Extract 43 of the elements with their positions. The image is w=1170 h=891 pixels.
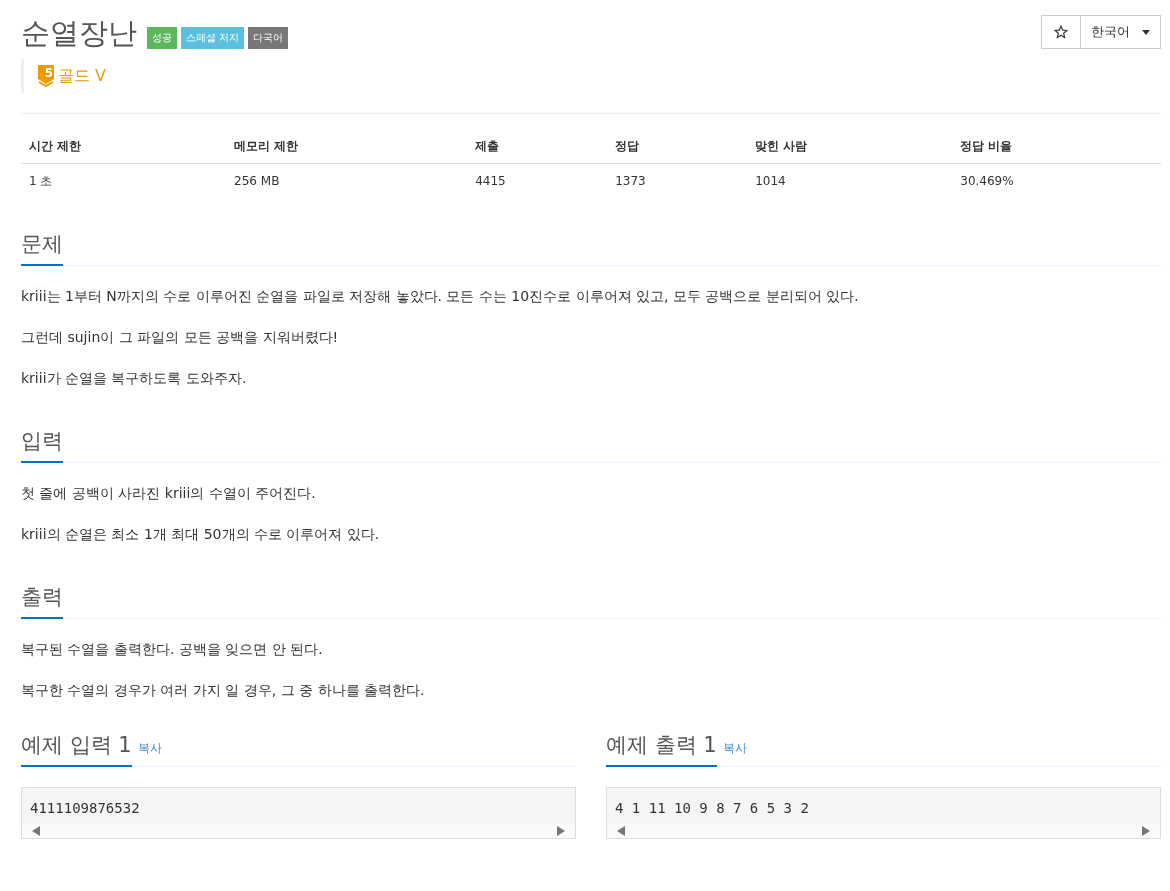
section-heading: 출력: [21, 583, 63, 619]
table-cell: 256 MB: [226, 163, 468, 198]
problem-title: 순열장난: [21, 15, 137, 51]
code-text: 4111109876532: [29, 799, 141, 818]
paragraph: kriii는 1부터 N까지의 수로 이루어진 순열을 파일로 저장해 놓았다. 모든 수는 10진수로 이루어져 있고, 모두 공백으로 분리되어 있다.: [21, 287, 860, 306]
column-header: 정답 비율: [952, 129, 1161, 164]
tier-number: 5: [44, 66, 54, 80]
caret-icon: [1142, 29, 1150, 35]
table-cell: 1 초: [21, 163, 227, 198]
section-heading: 예제 입력 1: [21, 731, 132, 767]
paragraph: kriii가 순열을 복구하도록 도와주자.: [21, 369, 248, 388]
code-text: 4 1 11 10 9 8 7 6 5 3 2: [614, 799, 810, 818]
star-button[interactable]: [1041, 15, 1081, 49]
column-header: 시간 제한: [21, 129, 227, 164]
paragraph: 그런데 sujin이 그 파일의 모든 공백을 지워버렸다!: [21, 328, 340, 347]
status-label: 성공: [147, 27, 177, 49]
column-header: 메모리 제한: [226, 129, 468, 164]
column-header: 제출: [467, 129, 608, 164]
tier-label: 골드 V: [58, 65, 107, 87]
language-dropdown[interactable]: 한국어: [1081, 15, 1161, 49]
left-arrow-icon[interactable]: [617, 826, 625, 836]
paragraph: kriii의 순열은 최소 1개 최대 50개의 수로 이루어져 있다.: [21, 525, 381, 544]
section-heading: 입력: [21, 427, 63, 463]
left-arrow-icon[interactable]: [32, 826, 40, 836]
tier-icon: [38, 65, 54, 87]
table-cell: 1014: [747, 163, 953, 198]
right-arrow-icon[interactable]: [1142, 826, 1150, 836]
table-cell: 4415: [467, 163, 608, 198]
table-cell: 1373: [607, 163, 748, 198]
copy-link[interactable]: 복사: [722, 740, 747, 757]
status-label: 다국어: [248, 27, 289, 49]
column-header: 정답: [607, 129, 748, 164]
paragraph: 첫 줄에 공백이 사라진 kriii의 수열이 주어진다.: [21, 484, 317, 503]
section-heading: 문제: [21, 230, 63, 266]
copy-link[interactable]: 복사: [137, 740, 162, 757]
table-cell: 30.469%: [952, 163, 1161, 198]
status-label: 스페셜 저지: [181, 27, 245, 49]
right-arrow-icon[interactable]: [557, 826, 565, 836]
star-icon: [1054, 25, 1068, 39]
section-heading: 예제 출력 1: [606, 731, 717, 767]
paragraph: 복구된 수열을 출력한다. 공백을 잊으면 안 된다.: [21, 640, 324, 659]
column-header: 맞힌 사람: [747, 129, 953, 164]
paragraph: 복구한 수열의 경우가 여러 가지 일 경우, 그 중 하나를 출력한다.: [21, 681, 426, 700]
